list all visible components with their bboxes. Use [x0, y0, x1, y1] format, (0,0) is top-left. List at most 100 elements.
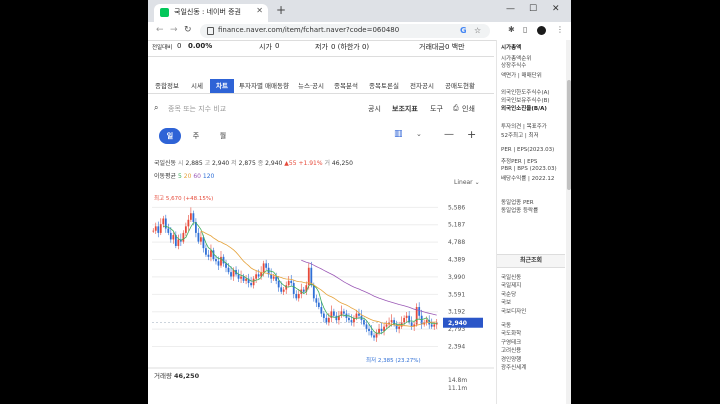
candle-body: [363, 320, 365, 325]
tab-overview[interactable]: 종합정보: [150, 79, 184, 93]
ohlc-close: 2,940: [265, 160, 283, 167]
candle-body: [425, 320, 428, 323]
compare-search-input[interactable]: 종목 또는 지수 비교: [168, 104, 226, 114]
recent-item[interactable]: 고려신용: [501, 346, 521, 354]
candle-body: [154, 226, 157, 231]
candle-body: [368, 328, 370, 332]
recent-item[interactable]: 국일제지: [501, 281, 521, 289]
candle-body: [282, 289, 285, 292]
close-window-button[interactable]: ✕: [552, 4, 560, 14]
maximize-button[interactable]: ☐: [529, 4, 537, 14]
recent-item[interactable]: 국동: [501, 321, 511, 329]
candle-body: [348, 317, 350, 321]
chart-toolbar: ⌕ 종목 또는 지수 비교 공시 보조지표 도구 ⎙ 인쇄: [148, 101, 494, 117]
high-annotation: 최고 5,670 (+48.15%): [154, 194, 213, 202]
recent-item[interactable]: 국보: [501, 298, 511, 306]
period-day-button[interactable]: 일: [159, 128, 181, 144]
notice-button[interactable]: 공시: [368, 104, 381, 114]
candle-body: [312, 285, 315, 299]
omnibox[interactable]: finance.naver.com/item/fchart.naver?code…: [200, 24, 490, 38]
candle-body: [177, 239, 180, 246]
tab-forum[interactable]: 종목토론실: [364, 79, 404, 93]
extensions-icon[interactable]: ✱: [508, 25, 515, 34]
ohlc-low-label: 저: [231, 160, 237, 167]
lock-icon: [207, 27, 214, 35]
candle-body: [322, 313, 325, 318]
forward-icon[interactable]: →: [170, 25, 178, 35]
sidebar-info-item: 배당수익률 | 2022.12: [501, 176, 555, 182]
zoom-in-icon[interactable]: +: [467, 128, 476, 141]
low-annotation: 최저 2,385 (23.27%): [366, 356, 421, 364]
menu-kebab-icon[interactable]: ⋮: [556, 25, 564, 34]
scrollbar[interactable]: [566, 40, 571, 404]
back-icon[interactable]: ←: [156, 25, 164, 35]
chevron-down-icon[interactable]: ⌄: [416, 130, 422, 138]
candle-body: [242, 276, 245, 281]
printer-icon[interactable]: ⎙: [453, 104, 459, 113]
open-label: 시가: [259, 43, 272, 51]
ohlc-close-label: 종: [257, 160, 264, 167]
indicator-button[interactable]: 보조지표: [392, 104, 418, 114]
quote-summary: 전일대비 0 0.00% 시가 0 저가 0 (하한가 0) 거래대금 0 백만: [148, 40, 494, 54]
ma-20: 20: [183, 173, 192, 180]
minimize-button[interactable]: —: [506, 4, 515, 14]
profile-avatar-icon[interactable]: [537, 26, 546, 35]
search-icon[interactable]: ⌕: [154, 103, 158, 113]
moving-average-legend[interactable]: 이동평균 5 20 60 120: [154, 171, 214, 180]
tools-button[interactable]: 도구: [430, 104, 443, 114]
y-tick-label: 3,591: [448, 291, 465, 298]
tab-price[interactable]: 시세: [185, 79, 209, 93]
sidebar-info-item: PBR | BPS (2023.03): [501, 166, 557, 172]
candle-body: [169, 232, 172, 240]
tab-investor[interactable]: 투자자별 매매동향: [235, 79, 293, 93]
candle-body: [184, 226, 187, 233]
candle-body: [343, 311, 345, 314]
candle-body: [418, 307, 421, 316]
candle-body: [315, 298, 318, 303]
candle-body: [152, 230, 155, 232]
period-week-button[interactable]: 주: [185, 128, 207, 144]
period-month-button[interactable]: 월: [212, 128, 234, 144]
browser-tab[interactable]: 국일신동 : 네이버 증권 ✕: [154, 4, 268, 22]
star-icon[interactable]: ☆: [474, 26, 481, 35]
candle-type-icon[interactable]: ▥: [394, 129, 403, 139]
recent-item[interactable]: 국일신동: [501, 273, 521, 281]
candle-body: [297, 293, 300, 299]
candle-body: [167, 228, 170, 233]
candle-body: [430, 324, 433, 327]
candle-body: [373, 335, 375, 338]
address-bar-row: ← → ↻ finance.naver.com/item/fchart.nave…: [148, 22, 571, 41]
candle-body: [290, 280, 293, 284]
candle-body: [320, 307, 323, 314]
candle-body: [257, 274, 260, 277]
ohlc-low: 2,875: [238, 160, 256, 167]
candlestick-chart[interactable]: 5,5865,1874,7884,3893,9903,5913,1922,793…: [148, 190, 494, 404]
url-text[interactable]: finance.naver.com/item/fchart.naver?code…: [218, 26, 399, 34]
scroll-thumb[interactable]: [567, 80, 571, 190]
tab-chart[interactable]: 차트: [210, 79, 234, 93]
candle-body: [205, 248, 207, 255]
tab-analysis[interactable]: 종목분석: [329, 79, 363, 93]
recent-title: 최근조회: [497, 254, 565, 268]
candle-body: [370, 331, 373, 336]
recent-item[interactable]: 국도화학: [501, 329, 521, 337]
tab-news[interactable]: 뉴스·공시: [294, 79, 328, 93]
print-button[interactable]: 인쇄: [462, 104, 475, 114]
recent-item[interactable]: 국보디자인: [501, 307, 526, 315]
sidepanel-icon[interactable]: ▯: [523, 25, 527, 34]
scale-mode-dropdown[interactable]: Linear ⌄: [454, 179, 480, 186]
recent-item[interactable]: 구영테크: [501, 338, 521, 346]
candle-body: [335, 315, 338, 321]
new-tab-button[interactable]: +: [276, 3, 286, 17]
candle-body: [255, 274, 258, 279]
zoom-out-icon[interactable]: —: [444, 129, 454, 140]
recent-item[interactable]: 광주신세계: [501, 363, 526, 371]
google-icon[interactable]: G: [460, 26, 467, 35]
recent-item[interactable]: 국순당: [501, 290, 516, 298]
candle-body: [398, 326, 401, 329]
tab-short-selling[interactable]: 공매도현황: [440, 79, 480, 93]
recent-item[interactable]: 경인양행: [501, 355, 521, 363]
tab-close-icon[interactable]: ✕: [256, 6, 263, 15]
tab-disclosure[interactable]: 전자공시: [405, 79, 439, 93]
reload-icon[interactable]: ↻: [184, 25, 192, 35]
